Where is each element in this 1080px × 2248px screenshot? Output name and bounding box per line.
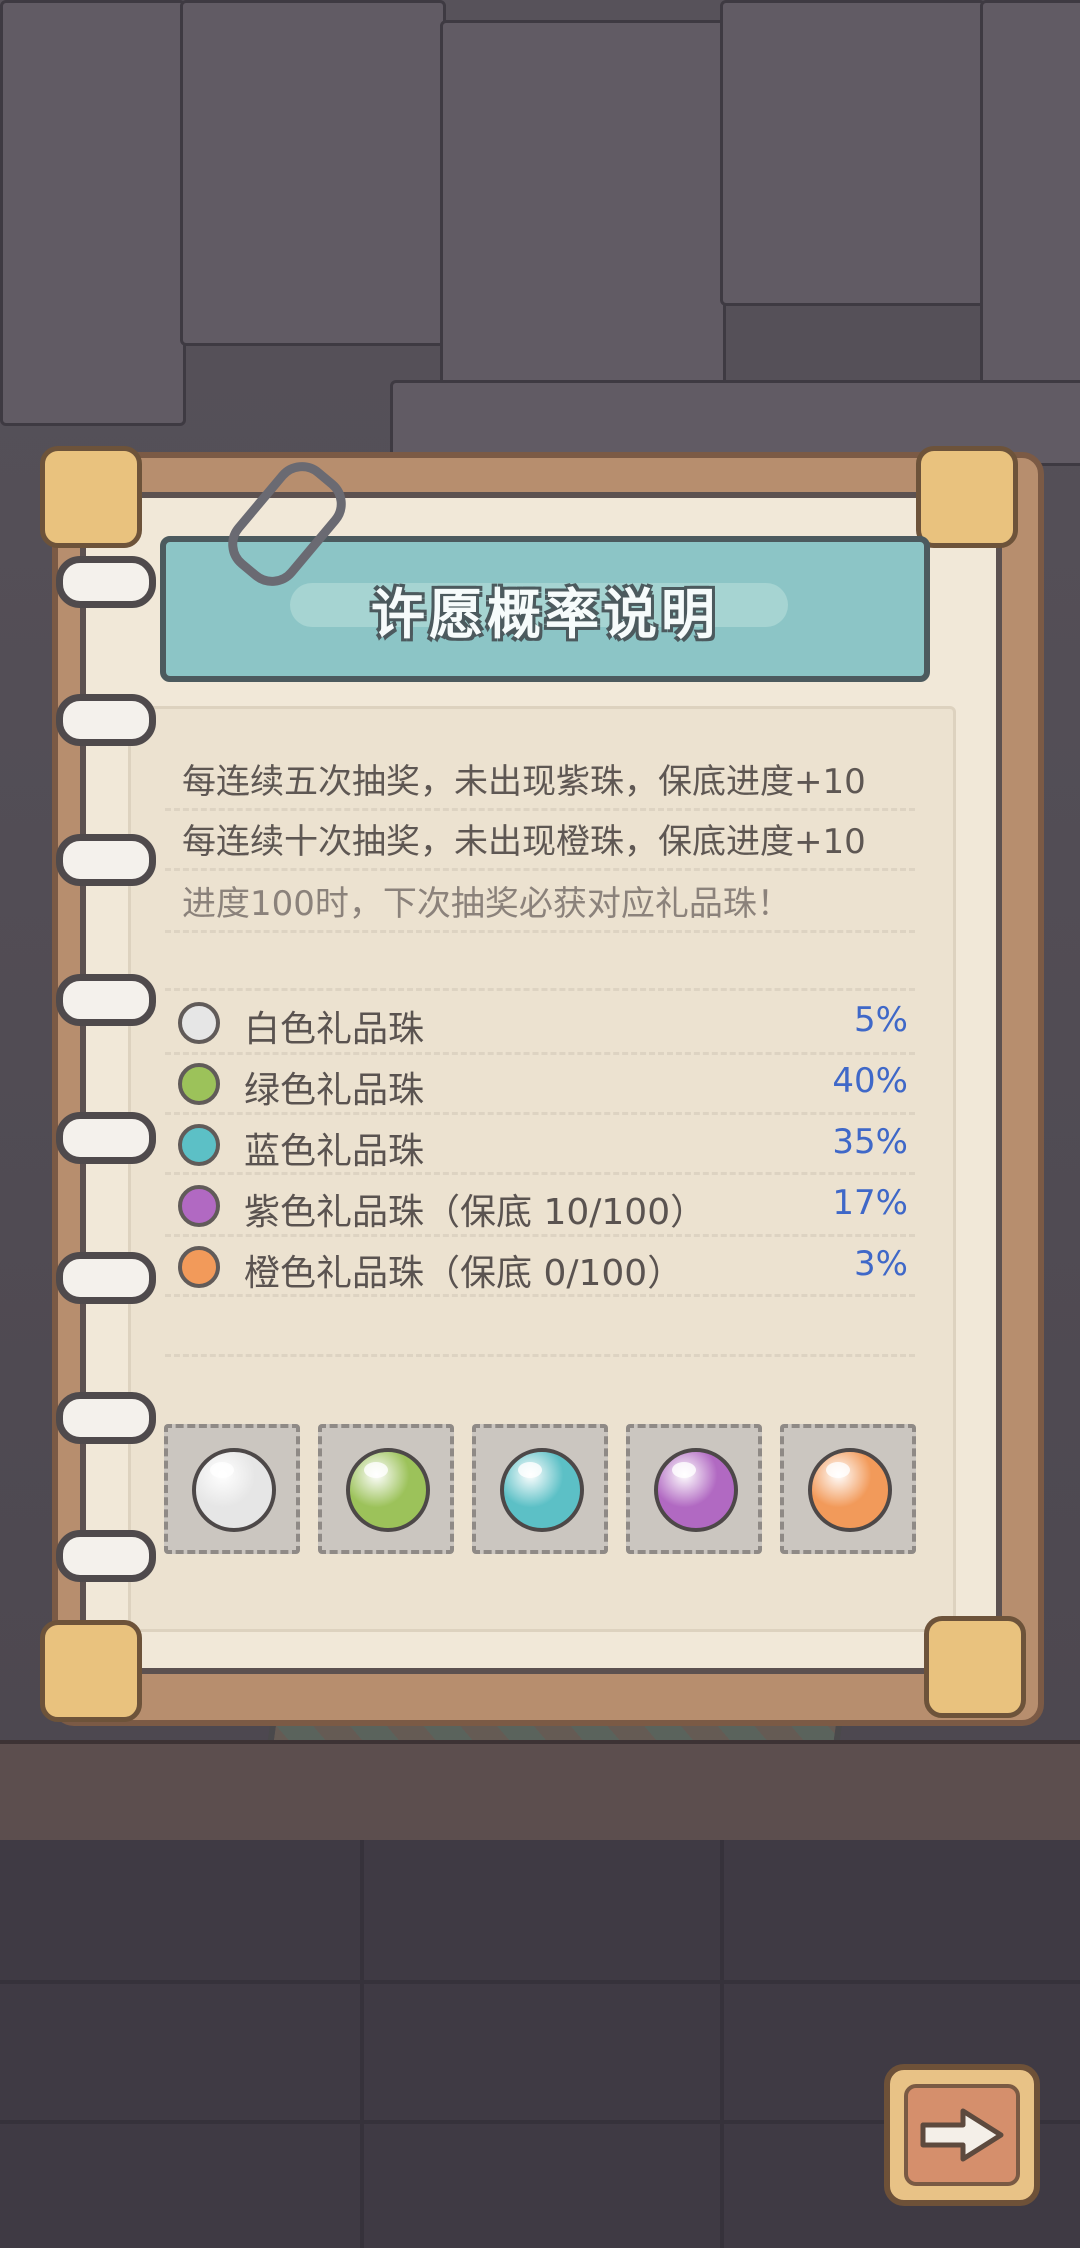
purple-orb-icon [654,1448,738,1532]
divider [165,1112,915,1115]
green-orb-icon [346,1448,430,1532]
divider [165,1172,915,1175]
purple-orb-icon [178,1185,220,1227]
wall-plank [440,20,726,386]
orange-orb-icon [178,1246,220,1288]
divider [165,988,915,991]
probability-label: 紫色礼品珠（保底 10/100） [244,1192,707,1233]
next-button-face[interactable] [904,2084,1020,2186]
probability-value: 3% [854,1244,908,1284]
corner-bracket-icon [924,1616,1026,1718]
probability-row-orange: 橙色礼品珠（保底 0/100） 3% [178,1242,908,1298]
next-button[interactable] [884,2064,1040,2206]
floor-line [0,1980,1080,1984]
divider [165,930,915,933]
wall-plank [720,0,986,306]
binder-ring-icon [56,556,156,608]
white-orb-icon [192,1448,276,1532]
probability-value: 5% [854,1000,908,1040]
binder-ring-icon [56,834,156,886]
blue-orb-stamp [472,1424,608,1554]
green-orb-stamp [318,1424,454,1554]
wall-plank [980,0,1080,426]
green-orb-icon [178,1063,220,1105]
corner-bracket-icon [916,446,1018,548]
divider [165,1234,915,1237]
corner-bracket-icon [40,446,142,548]
probability-value: 17% [832,1183,908,1223]
probability-label: 蓝色礼品珠 [244,1131,425,1172]
probability-value: 40% [832,1061,908,1101]
wall-plank [180,0,446,346]
white-orb-stamp [164,1424,300,1554]
orange-orb-icon [808,1448,892,1532]
binder-ring-icon [56,1530,156,1582]
probability-row-blue: 蓝色礼品珠 35% [178,1120,908,1176]
probability-label: 绿色礼品珠 [244,1070,425,1111]
background-table [0,1740,1080,1848]
divider [165,868,915,871]
corner-bracket-icon [40,1620,142,1722]
rule-text-3: 进度100时，下次抽奖必获对应礼品珠！ [182,884,791,924]
divider [165,1294,915,1297]
probability-label: 白色礼品珠 [244,1009,425,1050]
white-orb-icon [178,1002,220,1044]
wall-plank [0,0,186,426]
rule-text-2: 每连续十次抽奖，未出现橙珠，保底进度+10 [182,822,866,862]
probability-row-purple: 紫色礼品珠（保底 10/100） 17% [178,1181,908,1237]
floor-line [360,1840,364,2248]
rule-text-1: 每连续五次抽奖，未出现紫珠，保底进度+10 [182,762,866,802]
probability-row-white: 白色礼品珠 5% [178,998,908,1054]
blue-orb-icon [500,1448,584,1532]
binder-ring-icon [56,1112,156,1164]
divider [165,808,915,811]
binder-ring-icon [56,1392,156,1444]
floor-line [720,1840,724,2248]
binder-ring-icon [56,1252,156,1304]
divider [165,1052,915,1055]
purple-orb-stamp [626,1424,762,1554]
probability-value: 35% [832,1122,908,1162]
orange-orb-stamp [780,1424,916,1554]
probability-row-green: 绿色礼品珠 40% [178,1059,908,1115]
binder-ring-icon [56,974,156,1026]
binder-ring-icon [56,694,156,746]
probability-label: 橙色礼品珠（保底 0/100） [244,1253,684,1294]
divider [165,1354,915,1357]
blue-orb-icon [178,1124,220,1166]
arrow-right-icon [920,2108,1004,2162]
